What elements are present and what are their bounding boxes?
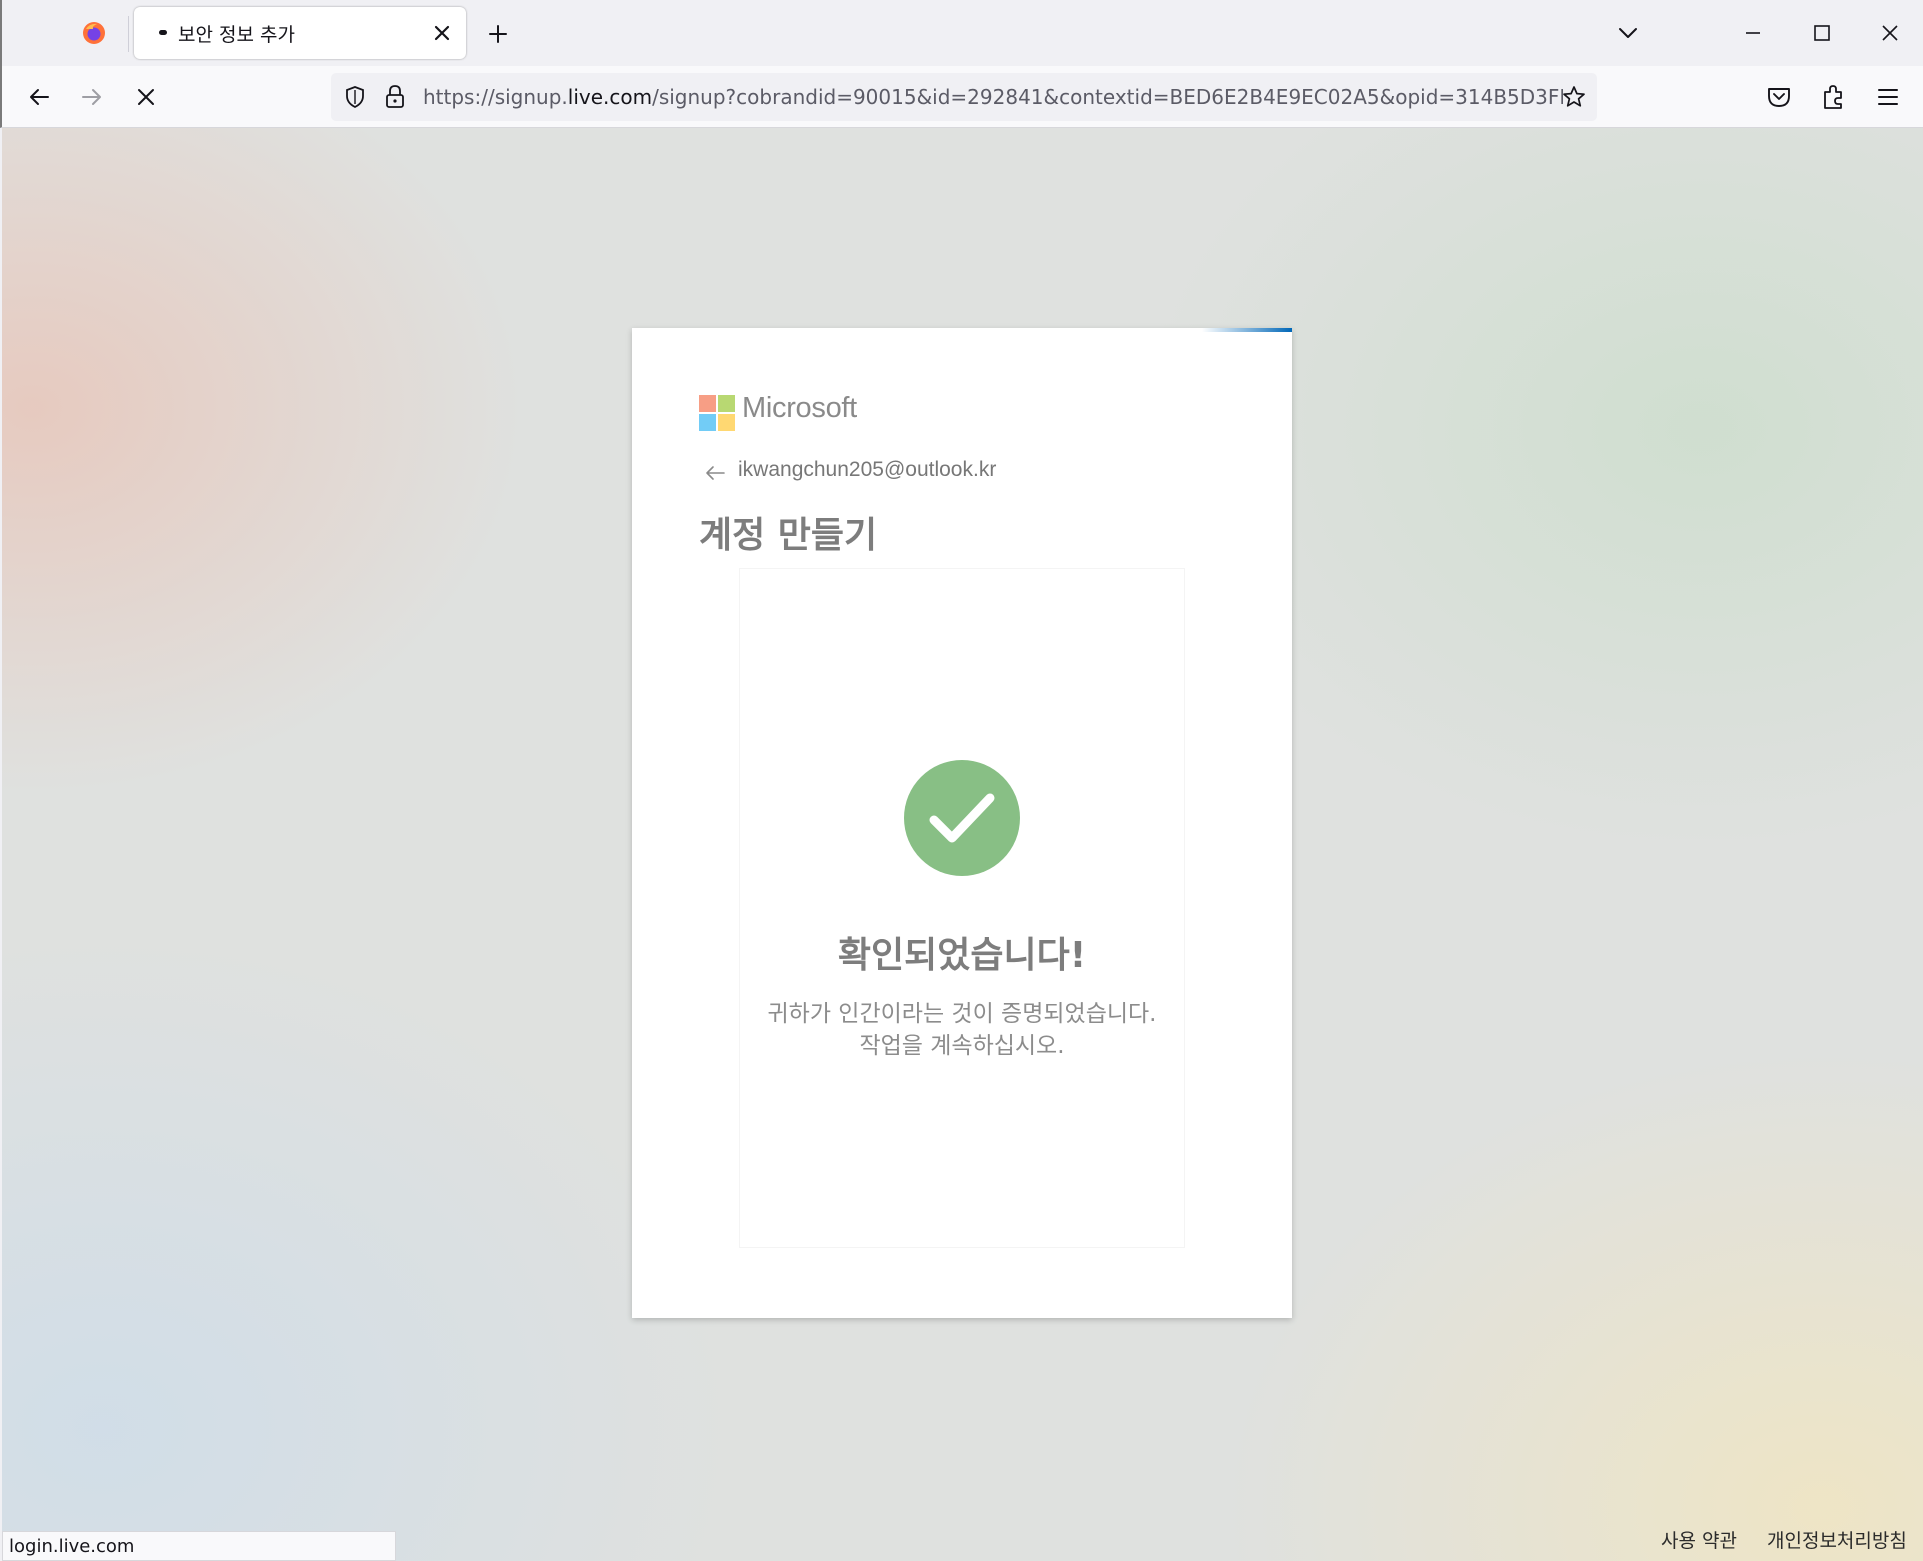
maximize-icon[interactable] bbox=[1807, 18, 1837, 48]
firefox-icon[interactable] bbox=[82, 21, 106, 45]
signup-card: Microsoft ikwangchun205@outlook.kr 계정 만들… bbox=[632, 328, 1292, 1318]
checkmark-icon bbox=[929, 793, 995, 843]
menu-icon[interactable] bbox=[1873, 82, 1903, 112]
back-icon[interactable] bbox=[24, 82, 54, 112]
brand-name: Microsoft bbox=[742, 392, 857, 424]
star-icon[interactable] bbox=[1561, 84, 1587, 110]
success-badge bbox=[904, 760, 1020, 876]
tab-separator bbox=[128, 16, 129, 52]
close-icon[interactable] bbox=[428, 19, 456, 47]
tab-active[interactable]: 보안 정보 추가 bbox=[134, 7, 466, 59]
tab-bar: 보안 정보 추가 bbox=[0, 0, 1923, 66]
page-title: 계정 만들기 bbox=[699, 515, 878, 556]
stop-icon[interactable] bbox=[131, 82, 161, 112]
url-bar[interactable]: https://signup.live.com/signup?cobrandid… bbox=[331, 73, 1597, 121]
privacy-link[interactable]: 개인정보처리방침 bbox=[1767, 1526, 1907, 1553]
minimize-icon[interactable] bbox=[1738, 18, 1768, 48]
tab-title: 보안 정보 추가 bbox=[178, 24, 295, 46]
url-text[interactable]: https://signup.live.com/signup?cobrandid… bbox=[423, 85, 1563, 109]
status-url: login.live.com bbox=[9, 1536, 135, 1557]
pocket-icon[interactable] bbox=[1764, 82, 1794, 112]
verified-description: 귀하가 인간이라는 것이 증명되었습니다. 작업을 계속하십시오. bbox=[767, 1001, 1157, 1059]
chevron-down-icon[interactable] bbox=[1615, 20, 1641, 46]
forward-icon[interactable] bbox=[77, 82, 107, 112]
loading-indicator bbox=[159, 30, 167, 35]
nav-toolbar: https://signup.live.com/signup?cobrandid… bbox=[0, 66, 1923, 128]
back-arrow-icon[interactable] bbox=[704, 462, 726, 484]
plus-icon[interactable] bbox=[484, 20, 512, 48]
identity-email[interactable]: ikwangchun205@outlook.kr bbox=[738, 458, 996, 482]
lock-icon[interactable] bbox=[384, 84, 406, 110]
terms-link[interactable]: 사용 약관 bbox=[1661, 1526, 1737, 1553]
challenge-frame bbox=[739, 568, 1185, 1248]
page-viewport: Microsoft ikwangchun205@outlook.kr 계정 만들… bbox=[2, 128, 1923, 1561]
microsoft-logo-icon bbox=[699, 395, 735, 431]
extensions-icon[interactable] bbox=[1819, 82, 1849, 112]
progress-bar bbox=[1202, 328, 1292, 332]
status-bar: login.live.com bbox=[2, 1531, 396, 1561]
shield-icon[interactable] bbox=[343, 85, 367, 109]
verified-title: 확인되었습니다! bbox=[837, 935, 1087, 976]
close-window-icon[interactable] bbox=[1875, 18, 1905, 48]
